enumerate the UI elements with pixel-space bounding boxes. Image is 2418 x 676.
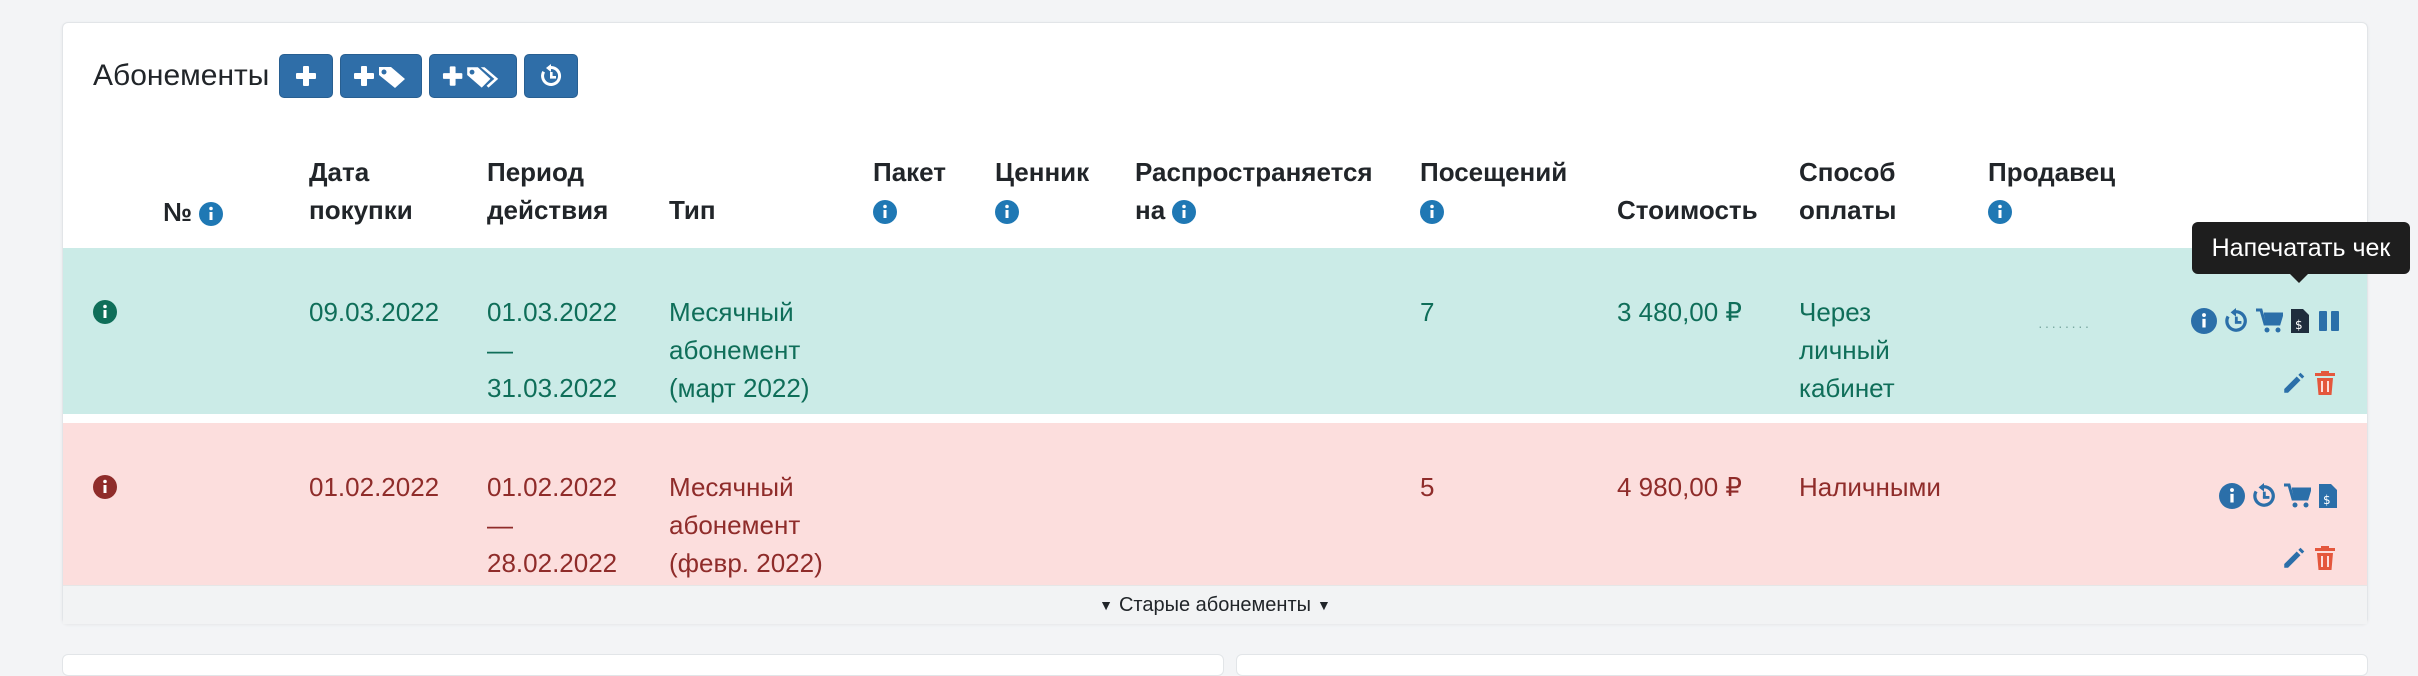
history-button[interactable] (524, 54, 579, 98)
history-icon[interactable] (2223, 308, 2249, 334)
info-icon[interactable] (2191, 308, 2217, 334)
print-receipt-tooltip: Напечатать чек (2192, 222, 2410, 274)
print-receipt-icon[interactable]: $ (2317, 483, 2339, 509)
purchase-date: 09.03.2022 (309, 297, 440, 327)
delete-icon[interactable] (2313, 545, 2337, 571)
old-subscriptions-toggle[interactable]: ▼ Старые абонементы ▼ (63, 585, 2367, 624)
info-icon[interactable] (873, 200, 897, 225)
header-seller: Продавец (1988, 153, 2115, 229)
info-icon[interactable] (2219, 483, 2245, 509)
header-number: № (163, 193, 224, 231)
header-package: Пакет (873, 153, 946, 229)
edit-icon[interactable] (2281, 545, 2307, 571)
add-with-tag-button[interactable] (340, 54, 423, 98)
status-info-icon[interactable] (93, 300, 117, 324)
header-payment: Способ оплаты (1799, 157, 1897, 225)
payment-method: Через личный кабинет (1799, 297, 1895, 403)
subscription-type: Месячный абонемент (февр. 2022) (669, 472, 823, 578)
plus-icon (296, 66, 317, 86)
cart-icon[interactable] (2255, 308, 2283, 334)
header-price-list: Ценник (995, 153, 1089, 229)
subscription-type: Месячный абонемент (март 2022) (669, 297, 810, 403)
table-row: 01.02.2022 01.02.2022 — 28.02.2022 Месяч… (63, 423, 2367, 606)
purchase-date: 01.02.2022 (309, 472, 440, 502)
cost: 3 480,00 ₽ (1617, 297, 1742, 327)
header-applies-to: Распространяется на (1135, 157, 1373, 225)
header-period: Период действия (487, 157, 609, 225)
header-type: Тип (669, 195, 716, 225)
info-icon[interactable] (995, 200, 1019, 225)
next-card-left (62, 654, 1224, 676)
print-receipt-icon[interactable]: $ (2289, 308, 2311, 334)
seller-placeholder: ········ (2038, 318, 2092, 334)
plus-tag-icon (354, 66, 406, 88)
row-actions-top: $ (2191, 308, 2341, 334)
info-icon[interactable] (1172, 200, 1197, 225)
payment-method: Наличными (1799, 472, 1941, 502)
header-cost: Стоимость (1617, 195, 1758, 225)
subscriptions-card: Абонементы № Дата покупки Период действи… (62, 22, 2368, 624)
period: 01.03.2022 — 31.03.2022 (487, 297, 618, 403)
table-row: 09.03.2022 01.03.2022 — 31.03.2022 Месяч… (63, 248, 2367, 414)
add-with-tags-button[interactable] (429, 54, 518, 98)
caret-down-icon: ▼ (1099, 597, 1113, 613)
info-icon[interactable] (199, 202, 224, 227)
period: 01.02.2022 — 28.02.2022 (487, 472, 618, 578)
panel-title: Абонементы (93, 59, 270, 92)
svg-text:$: $ (2295, 318, 2303, 332)
next-card-right (1236, 654, 2368, 676)
columns-icon[interactable] (2317, 308, 2341, 334)
tooltip-arrow (2290, 274, 2308, 283)
cost: 4 980,00 ₽ (1617, 472, 1742, 502)
plus-tags-icon (443, 66, 499, 88)
cart-icon[interactable] (2283, 483, 2311, 509)
caret-down-icon: ▼ (1317, 597, 1331, 613)
svg-text:$: $ (2323, 493, 2331, 507)
visits: 7 (1420, 297, 1435, 327)
panel-header: Абонементы (93, 53, 585, 99)
row-actions-top: $ (2219, 483, 2339, 509)
history-icon (541, 64, 562, 86)
row-actions-bottom (2281, 370, 2337, 396)
header-purchase-date: Дата покупки (309, 157, 413, 225)
visits: 5 (1420, 472, 1435, 502)
row-separator (63, 414, 2367, 423)
info-icon[interactable] (1420, 200, 1444, 225)
add-subscription-button[interactable] (279, 54, 334, 98)
history-icon[interactable] (2251, 483, 2277, 509)
edit-icon[interactable] (2281, 370, 2307, 396)
info-icon[interactable] (1988, 200, 2012, 225)
delete-icon[interactable] (2313, 370, 2337, 396)
status-info-icon[interactable] (93, 475, 117, 499)
row-actions-bottom (2281, 545, 2337, 571)
header-visits: Посещений (1420, 153, 1567, 229)
